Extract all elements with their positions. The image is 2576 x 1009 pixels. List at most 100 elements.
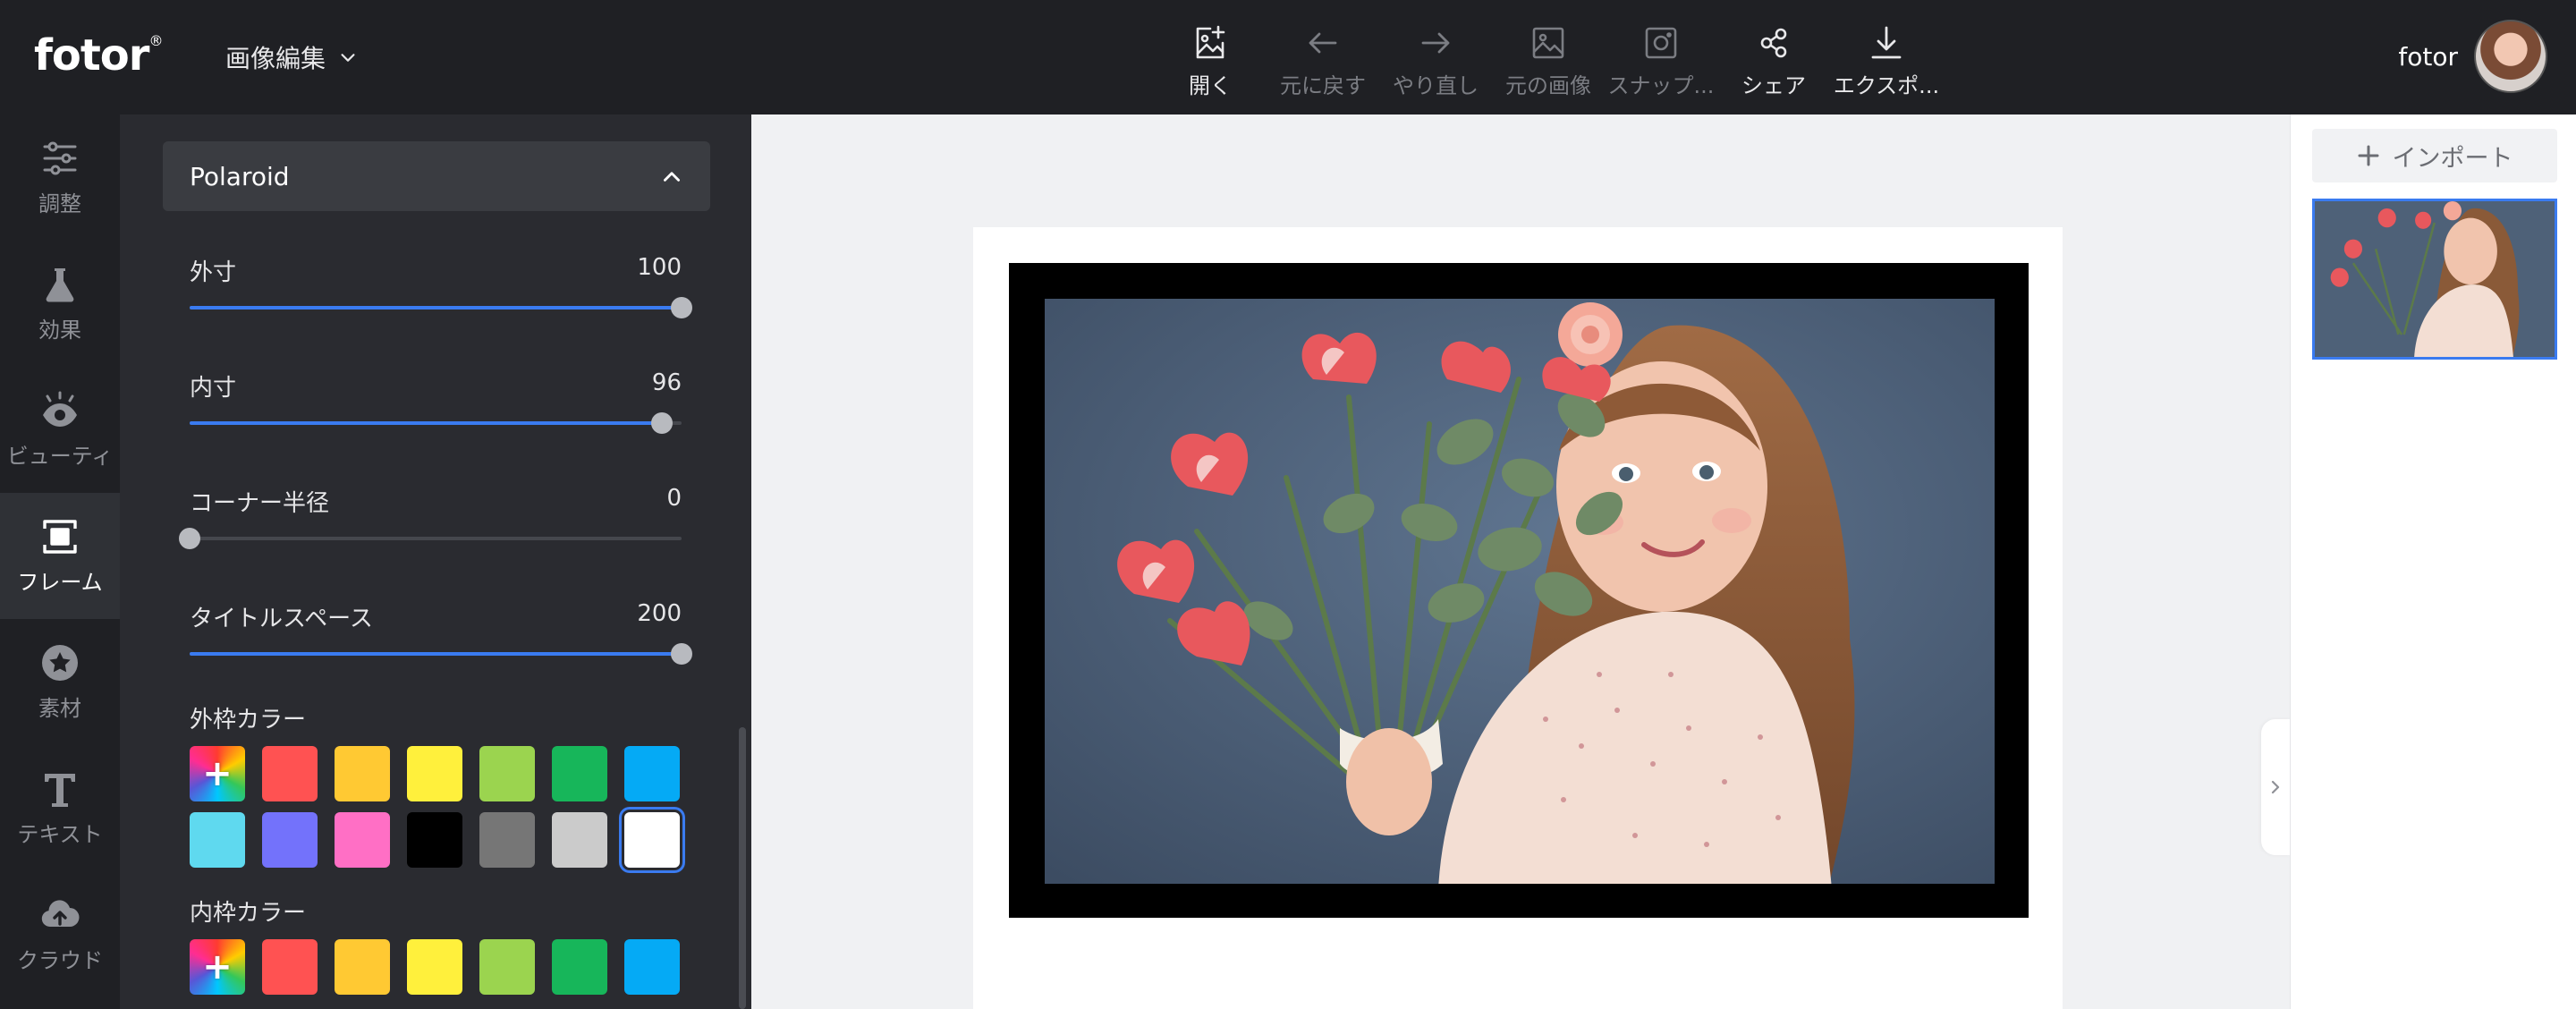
redo-label: やり直し bbox=[1393, 73, 1479, 98]
outer-size-value: 100 bbox=[637, 254, 682, 281]
rail-item-text[interactable]: テキスト bbox=[0, 745, 120, 871]
outer-size-track[interactable] bbox=[190, 297, 692, 318]
outer-color-swatch[interactable] bbox=[624, 746, 680, 801]
outer-color-swatch[interactable] bbox=[407, 746, 462, 801]
rail-item-frame[interactable]: フレーム bbox=[0, 493, 120, 619]
rail-item-beauty[interactable]: ビューティ bbox=[0, 367, 120, 493]
inner-color-swatch[interactable] bbox=[479, 939, 535, 995]
snapshot-label: スナップ... bbox=[1607, 73, 1715, 98]
inner-color-swatch[interactable] bbox=[407, 939, 462, 995]
photo-illustration bbox=[1045, 299, 1995, 884]
export-label: エクスポ... bbox=[1833, 73, 1940, 98]
redo-arrow-icon bbox=[1421, 32, 1450, 54]
sliders-icon bbox=[43, 141, 77, 175]
mode-label: 画像編集 bbox=[225, 44, 326, 73]
right-panel-toggle[interactable] bbox=[2261, 719, 2290, 855]
corner-radius-track[interactable] bbox=[179, 528, 682, 549]
inner-color-swatch[interactable] bbox=[335, 939, 390, 995]
outer-color-swatch[interactable] bbox=[552, 746, 607, 801]
open-label: 開く bbox=[1189, 73, 1232, 98]
corner-radius-value: 0 bbox=[666, 485, 682, 512]
top-bar: fotor® 画像編集 開く 元に戻す やり直し 元の画像 スナップ... シェ… bbox=[0, 0, 2576, 114]
avatar[interactable] bbox=[2474, 20, 2547, 93]
share-button[interactable]: シェア bbox=[1717, 0, 1830, 114]
undo-button[interactable]: 元に戻す bbox=[1267, 0, 1379, 114]
frame-icon bbox=[43, 520, 77, 554]
inner-size-track[interactable] bbox=[190, 412, 682, 434]
rail-label-adjust: 調整 bbox=[38, 191, 81, 216]
user-menu[interactable]: fotor bbox=[2398, 20, 2547, 93]
title-space-label: タイトルスペース bbox=[190, 606, 373, 632]
inner-color-swatch[interactable] bbox=[552, 939, 607, 995]
image-list-panel: インポート bbox=[2290, 114, 2576, 1009]
outer-color-title: 外枠カラー bbox=[190, 707, 307, 733]
outer-color-swatch[interactable] bbox=[479, 746, 535, 801]
undo-arrow-icon bbox=[1309, 32, 1337, 54]
import-button[interactable]: インポート bbox=[2312, 129, 2557, 182]
export-button[interactable]: エクスポ... bbox=[1830, 0, 1943, 114]
polaroid-paper bbox=[973, 227, 2063, 1009]
outer-size-knob[interactable] bbox=[671, 297, 692, 318]
outer-color-swatch[interactable] bbox=[262, 812, 318, 868]
title-space-fill bbox=[190, 652, 682, 656]
open-image-icon bbox=[1196, 25, 1225, 59]
original-image-icon bbox=[1532, 27, 1564, 59]
undo-label: 元に戻す bbox=[1280, 73, 1366, 98]
frame-style-header[interactable]: Polaroid bbox=[163, 141, 710, 211]
image-thumbnail[interactable] bbox=[2312, 199, 2557, 360]
rail-item-cloud[interactable]: クラウド bbox=[0, 871, 120, 997]
rail-label-effects: 効果 bbox=[38, 318, 81, 343]
original-image-label: 元の画像 bbox=[1505, 73, 1591, 98]
rail-item-effects[interactable]: 効果 bbox=[0, 241, 120, 367]
inner-size-knob[interactable] bbox=[651, 412, 673, 434]
share-label: シェア bbox=[1741, 73, 1806, 98]
open-button[interactable]: 開く bbox=[1154, 0, 1267, 114]
outer-color-swatch[interactable] bbox=[479, 812, 535, 868]
flask-icon bbox=[46, 268, 74, 302]
title-space-knob[interactable] bbox=[671, 643, 692, 665]
outer-color-swatch[interactable] bbox=[335, 812, 390, 868]
outer-color-swatch[interactable] bbox=[262, 746, 318, 801]
left-rail: 調整 効果 ビューティ フレーム 素材 テキスト クラウド bbox=[0, 114, 120, 1009]
text-t-icon bbox=[45, 774, 75, 807]
custom-color-picker[interactable]: + bbox=[190, 746, 245, 801]
plus-icon: + bbox=[202, 946, 233, 988]
custom-color-picker[interactable]: + bbox=[190, 939, 245, 995]
outer-color-swatch[interactable] bbox=[552, 812, 607, 868]
panel-scrollbar[interactable] bbox=[739, 727, 746, 1009]
edited-photo[interactable] bbox=[1045, 299, 1995, 884]
inner-size-fill bbox=[190, 421, 662, 425]
original-image-button[interactable]: 元の画像 bbox=[1492, 0, 1605, 114]
title-space-value: 200 bbox=[637, 600, 682, 627]
import-label: インポート bbox=[2392, 144, 2513, 173]
cloud-upload-icon bbox=[41, 900, 80, 928]
corner-radius-knob[interactable] bbox=[179, 528, 200, 549]
rail-item-adjust[interactable]: 調整 bbox=[0, 114, 120, 241]
snapshot-icon bbox=[1645, 27, 1677, 59]
plus-icon bbox=[2358, 145, 2378, 166]
rail-item-elements[interactable]: 素材 bbox=[0, 619, 120, 745]
snapshot-button[interactable]: スナップ... bbox=[1605, 0, 1717, 114]
redo-button[interactable]: やり直し bbox=[1379, 0, 1492, 114]
chevron-up-icon bbox=[664, 172, 680, 182]
title-space-track[interactable] bbox=[190, 643, 692, 665]
outer-color-swatch[interactable] bbox=[190, 812, 245, 868]
outer-color-swatch[interactable] bbox=[624, 812, 680, 868]
fotor-logo[interactable]: fotor® bbox=[34, 30, 163, 84]
share-icon bbox=[1760, 28, 1787, 58]
inner-color-swatch[interactable] bbox=[624, 939, 680, 995]
rail-label-text: テキスト bbox=[17, 822, 103, 847]
outer-color-swatch[interactable] bbox=[407, 812, 462, 868]
chevron-down-icon bbox=[341, 54, 355, 62]
inner-color-swatch[interactable] bbox=[262, 939, 318, 995]
editor-canvas bbox=[751, 114, 2290, 1009]
chevron-right-icon bbox=[2271, 780, 2280, 794]
rail-label-cloud: クラウド bbox=[17, 948, 103, 973]
rail-label-beauty: ビューティ bbox=[6, 444, 114, 469]
main-toolbar: 開く 元に戻す やり直し 元の画像 スナップ... シェア エクスポ... bbox=[1154, 0, 1943, 114]
user-name: fotor bbox=[2398, 41, 2458, 72]
inner-color-title: 内枠カラー bbox=[190, 900, 307, 927]
mode-dropdown[interactable]: 画像編集 bbox=[225, 39, 358, 75]
outer-color-swatch[interactable] bbox=[335, 746, 390, 801]
plus-icon: + bbox=[202, 753, 233, 794]
